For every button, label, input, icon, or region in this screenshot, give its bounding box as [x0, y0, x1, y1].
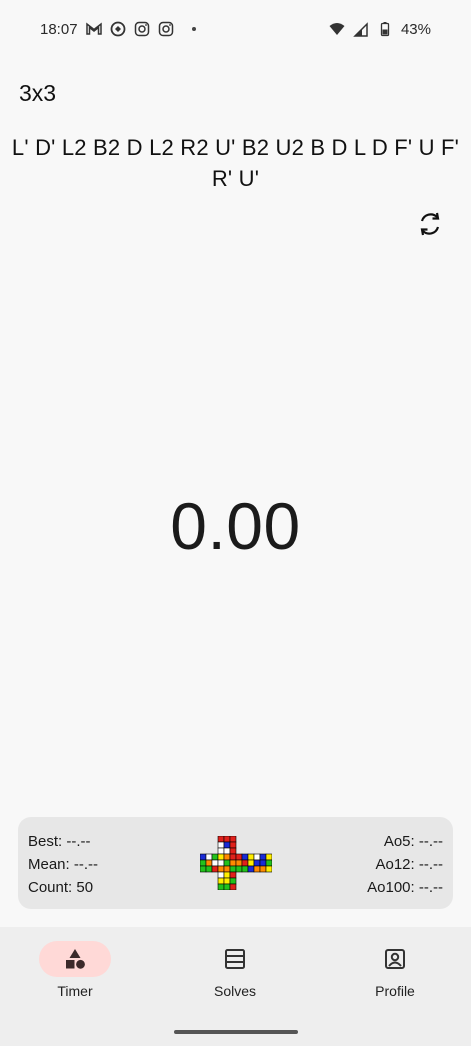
- nav-profile[interactable]: Profile: [340, 941, 450, 1001]
- cube-sticker: [223, 847, 231, 855]
- gesture-bar[interactable]: [173, 1030, 298, 1034]
- stat-best: Best: --.--: [28, 833, 91, 850]
- cube-sticker: [217, 836, 225, 843]
- notification-dot-icon: [191, 27, 196, 31]
- puzzle-type-label[interactable]: 3x3: [19, 80, 56, 107]
- battery-percent: 43%: [400, 20, 431, 38]
- list-icon: [225, 949, 245, 969]
- cube-sticker: [211, 853, 219, 861]
- shapes-icon: [66, 949, 85, 969]
- stats-card: Best: --.-- Mean: --.-- Count: 50 Ao5: -…: [18, 817, 453, 909]
- stat-mean: Mean: --.--: [28, 856, 99, 873]
- stats-left: Best: --.-- Mean: --.-- Count: 50: [28, 830, 98, 899]
- cube-sticker: [200, 853, 207, 861]
- stat-ao100: Ao100: --.--: [367, 879, 443, 896]
- nav-profile-label: Profile: [375, 983, 415, 999]
- cube-sticker: [217, 877, 225, 885]
- timer-display[interactable]: 0.00: [0, 488, 471, 564]
- cube-net-preview: [200, 836, 272, 890]
- cube-sticker: [217, 859, 225, 867]
- cube-sticker: [223, 865, 231, 873]
- cube-sticker: [235, 859, 243, 867]
- cube-sticker: [265, 859, 272, 867]
- cube-sticker: [265, 865, 272, 873]
- wifi-icon: [329, 23, 345, 35]
- cube-sticker: [253, 865, 261, 873]
- cube-sticker: [205, 859, 213, 867]
- cube-sticker: [217, 841, 225, 849]
- cube-sticker: [223, 871, 231, 879]
- cube-sticker: [229, 871, 237, 879]
- cube-sticker: [259, 859, 267, 867]
- cube-sticker: [217, 853, 225, 861]
- nav-timer-icon-container: [39, 941, 111, 977]
- cube-sticker: [235, 853, 243, 861]
- stat-count: Count: 50: [28, 879, 94, 896]
- cube-sticker: [253, 853, 261, 861]
- cube-sticker: [241, 859, 249, 867]
- cube-sticker: [241, 865, 249, 873]
- photos-sync-icon: [110, 21, 125, 37]
- cube-sticker: [259, 865, 267, 873]
- cube-sticker: [200, 865, 207, 873]
- cube-sticker: [229, 836, 237, 843]
- nav-timer[interactable]: Timer: [20, 941, 130, 1001]
- cube-sticker: [229, 853, 237, 861]
- cube-sticker: [253, 859, 261, 867]
- battery-icon: [380, 22, 390, 37]
- cube-sticker: [217, 883, 225, 890]
- cube-sticker: [205, 865, 213, 873]
- cube-sticker: [200, 859, 207, 867]
- profile-icon: [385, 949, 405, 969]
- instagram-icon: [158, 21, 173, 37]
- nav-profile-icon-container: [359, 941, 431, 977]
- stat-ao5: Ao5: --.--: [383, 833, 443, 850]
- cube-sticker: [223, 883, 231, 890]
- cube-sticker: [229, 865, 237, 873]
- cube-sticker: [229, 841, 237, 849]
- refresh-icon: [420, 212, 440, 236]
- scramble-text: L' D' L2 B2 D L2 R2 U' B2 U2 B D L D F' …: [11, 135, 460, 191]
- cube-sticker: [265, 853, 272, 861]
- cube-sticker: [211, 865, 219, 873]
- stats-right: Ao5: --.-- Ao12: --.-- Ao100: --.--: [367, 830, 443, 899]
- cube-sticker: [223, 836, 231, 843]
- status-right: 43%: [329, 21, 431, 38]
- bottom-navigation: Timer Solves Profile: [0, 927, 471, 1046]
- cube-sticker: [247, 865, 255, 873]
- cube-sticker: [229, 847, 237, 855]
- signal-icon: [353, 22, 368, 37]
- cube-sticker: [223, 841, 231, 849]
- cube-sticker: [229, 859, 237, 867]
- instagram-icon: [134, 21, 149, 37]
- cube-sticker: [235, 865, 243, 873]
- cube-sticker: [259, 853, 267, 861]
- cube-sticker: [205, 853, 213, 861]
- cube-sticker: [211, 859, 219, 867]
- status-bar: 18:07 43%: [0, 0, 471, 58]
- cube-sticker: [223, 859, 231, 867]
- nav-solves-label: Solves: [213, 983, 257, 999]
- nav-solves[interactable]: Solves: [180, 941, 290, 1001]
- cube-sticker: [217, 847, 225, 855]
- cube-sticker: [223, 853, 231, 861]
- cube-sticker: [247, 859, 255, 867]
- cube-sticker: [229, 877, 237, 885]
- cube-sticker: [223, 877, 231, 885]
- cube-sticker: [247, 853, 255, 861]
- cube-sticker: [217, 871, 225, 879]
- cube-sticker: [217, 865, 225, 873]
- cube-sticker: [241, 853, 249, 861]
- status-left: 18:07: [40, 21, 196, 38]
- refresh-scramble-button[interactable]: [414, 208, 446, 240]
- nav-solves-icon-container: [199, 941, 271, 977]
- stat-ao12: Ao12: --.--: [375, 856, 443, 873]
- cube-sticker: [229, 883, 237, 890]
- gmail-icon: [85, 22, 102, 35]
- nav-timer-label: Timer: [57, 983, 93, 999]
- status-time: 18:07: [40, 20, 78, 38]
